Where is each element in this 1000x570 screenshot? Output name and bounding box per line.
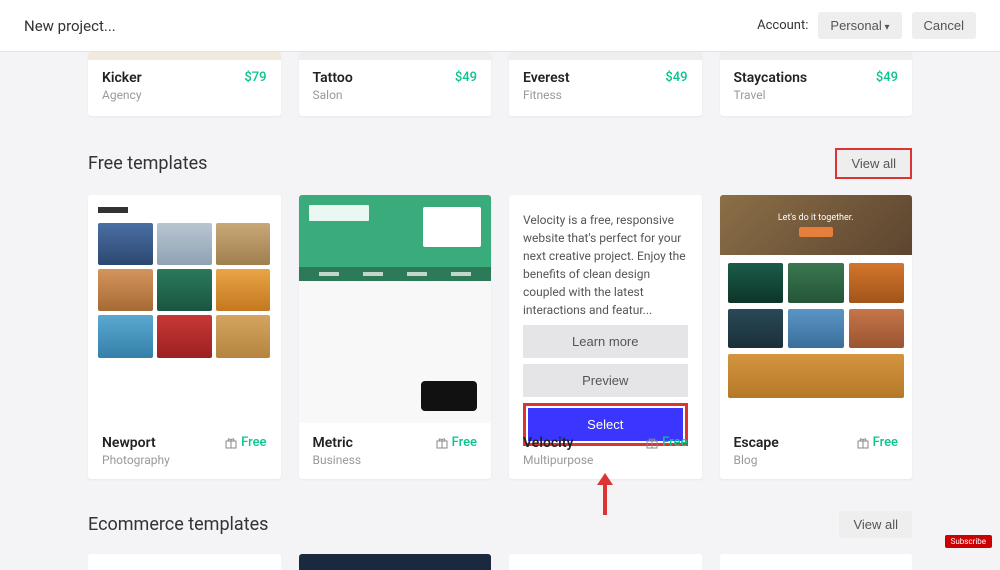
template-name: Everest <box>523 70 570 86</box>
template-card-velocity[interactable]: Velocity is a free, responsive website t… <box>509 195 702 479</box>
view-all-button[interactable]: View all <box>839 511 912 538</box>
page-title: New project... <box>24 17 116 35</box>
learn-more-button[interactable]: Learn more <box>523 325 688 358</box>
template-name: Metric <box>313 435 362 451</box>
template-card[interactable] <box>720 554 913 570</box>
template-category: Salon <box>313 88 353 102</box>
section-title: Ecommerce templates <box>88 514 268 535</box>
account-dropdown[interactable]: Personal <box>818 12 901 39</box>
template-category: Agency <box>102 88 142 102</box>
template-thumbnail <box>299 195 492 423</box>
preview-button[interactable]: Preview <box>523 364 688 397</box>
template-card-escape[interactable]: Let's do it together. <box>720 195 913 479</box>
template-category: Fitness <box>523 88 570 102</box>
subscribe-badge[interactable]: Subscribe <box>945 535 992 548</box>
view-all-button[interactable]: View all <box>835 148 912 179</box>
gift-icon <box>436 437 448 449</box>
template-name: Tattoo <box>313 70 353 86</box>
template-card[interactable] <box>299 554 492 570</box>
template-card[interactable]: Tattoo Salon $49 <box>299 52 492 116</box>
template-price: $49 <box>455 70 477 85</box>
arrow-icon <box>593 473 617 517</box>
header-bar: New project... Account: Personal Cancel <box>0 0 1000 52</box>
template-name: Kicker <box>102 70 142 86</box>
template-price: $49 <box>876 70 898 85</box>
header-actions: Account: Personal Cancel <box>757 12 976 39</box>
gift-icon <box>857 437 869 449</box>
template-price: Free <box>646 435 687 450</box>
template-category: Multipurpose <box>523 453 593 467</box>
template-price: Free <box>857 435 898 450</box>
template-thumbnail <box>88 195 281 423</box>
gift-icon <box>225 437 237 449</box>
template-card[interactable]: Kicker Agency $79 <box>88 52 281 116</box>
gift-icon <box>646 437 658 449</box>
template-price: $79 <box>244 70 266 85</box>
template-price: Free <box>436 435 477 450</box>
template-card[interactable]: Staycations Travel $49 <box>720 52 913 116</box>
template-card-metric[interactable]: Metric Business Free <box>299 195 492 479</box>
template-card[interactable] <box>88 554 281 570</box>
template-price: Free <box>225 435 266 450</box>
template-card[interactable] <box>509 554 702 570</box>
template-card[interactable]: Everest Fitness $49 <box>509 52 702 116</box>
template-thumbnail: Let's do it together. <box>720 195 913 423</box>
template-name: Staycations <box>734 70 808 86</box>
template-category: Photography <box>102 453 170 467</box>
template-category: Travel <box>734 88 808 102</box>
template-name: Escape <box>734 435 779 451</box>
template-description: Velocity is a free, responsive website t… <box>523 211 688 319</box>
template-name: Velocity <box>523 435 593 451</box>
account-label: Account: <box>757 18 808 33</box>
template-card-newport[interactable]: Newport Photography Free <box>88 195 281 479</box>
section-title: Free templates <box>88 153 207 174</box>
cancel-button[interactable]: Cancel <box>912 12 976 39</box>
template-category: Business <box>313 453 362 467</box>
ecommerce-templates-section: Ecommerce templates View all <box>88 511 912 570</box>
template-hover-panel: Velocity is a free, responsive website t… <box>509 195 702 423</box>
template-category: Blog <box>734 453 779 467</box>
template-price: $49 <box>665 70 687 85</box>
template-name: Newport <box>102 435 170 451</box>
top-templates-row: Kicker Agency $79 Tattoo Salon $49 Evere… <box>88 52 912 116</box>
free-templates-section: Free templates View all <box>88 148 912 479</box>
